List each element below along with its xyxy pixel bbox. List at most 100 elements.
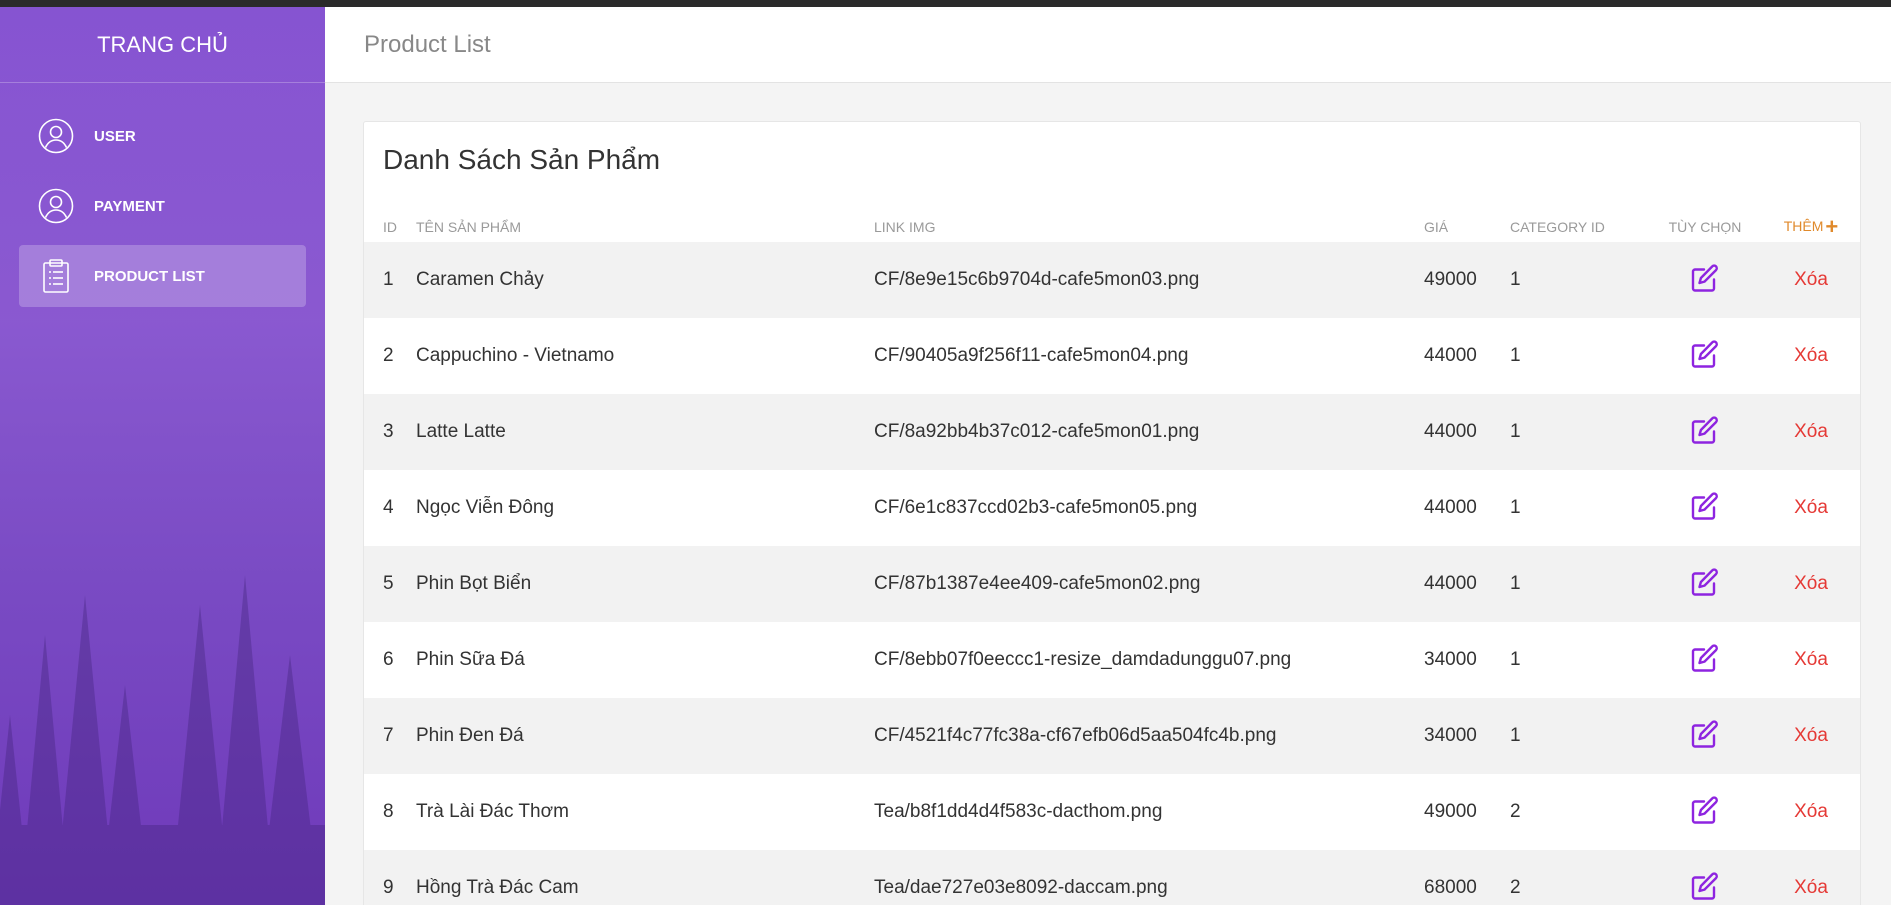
cell-category: 1 [1510, 345, 1521, 366]
cell-category: 1 [1510, 269, 1521, 290]
edit-icon[interactable] [1688, 489, 1722, 523]
cell-name: Trà Lài Đác Thơm [416, 801, 569, 822]
cell-category: 1 [1510, 725, 1521, 746]
brand-title[interactable]: TRANG CHỦ [0, 7, 325, 83]
cell-id: 8 [383, 801, 394, 822]
page-title: Product List [364, 31, 491, 58]
delete-link[interactable]: Xóa [1794, 345, 1828, 366]
cell-id: 4 [383, 497, 394, 518]
cell-price: 44000 [1424, 345, 1477, 366]
product-card: Danh Sách Sản Phẩm ID TÊN SẢN PHẨM LINK … [363, 121, 1861, 905]
edit-icon[interactable] [1688, 413, 1722, 447]
cell-name: Phin Sữa Đá [416, 649, 525, 670]
user-icon [38, 118, 74, 154]
edit-icon[interactable] [1688, 565, 1722, 599]
cell-delete: Xóa [1760, 622, 1860, 698]
cell-link: CF/8ebb07f0eeccc1-resize_damdadunggu07.p… [874, 649, 1292, 670]
cell-link: CF/8e9e15c6b9704d-cafe5mon03.png [874, 269, 1200, 290]
header: Product List [325, 7, 1891, 83]
table-body: 1 Caramen Chảy CF/8e9e15c6b9704d-cafe5mon0… [364, 242, 1860, 905]
cell-category: 1 [1510, 649, 1521, 670]
delete-link[interactable]: Xóa [1794, 269, 1828, 290]
product-table: ID TÊN SẢN PHẨM LINK IMG GIÁ CATEGORY ID… [364, 208, 1860, 905]
table-row: 8 Trà Lài Đác Thơm Tea/b8f1dd4d4f583c-dact… [364, 774, 1860, 850]
clipboard-icon [38, 258, 74, 294]
sidebar-item-label: PRODUCT LIST [94, 267, 205, 285]
delete-link[interactable]: Xóa [1794, 725, 1828, 746]
cell-delete: Xóa [1760, 394, 1860, 470]
cell-link: Tea/b8f1dd4d4f583c-dacthom.png [874, 801, 1163, 822]
edit-icon[interactable] [1688, 261, 1722, 295]
cell-category: 2 [1510, 877, 1521, 898]
plus-icon: + [1825, 214, 1839, 239]
cell-options [1650, 850, 1760, 905]
edit-icon[interactable] [1688, 869, 1722, 903]
col-header-name: TÊN SẢN PHẨM [416, 219, 522, 235]
cell-link: CF/6e1c837ccd02b3-cafe5mon05.png [874, 497, 1198, 518]
cell-delete: Xóa [1760, 546, 1860, 622]
delete-link[interactable]: Xóa [1794, 649, 1828, 670]
edit-icon[interactable] [1688, 793, 1722, 827]
cell-delete: Xóa [1760, 698, 1860, 774]
cell-delete: Xóa [1760, 774, 1860, 850]
cell-delete: Xóa [1760, 242, 1860, 318]
cell-delete: Xóa [1760, 318, 1860, 394]
cell-id: 1 [383, 269, 394, 290]
cell-link: CF/4521f4c77fc38a-cf67efb06d5aa504fc4b.p… [874, 725, 1277, 746]
cell-category: 2 [1510, 801, 1521, 822]
delete-link[interactable]: Xóa [1794, 497, 1828, 518]
cell-id: 2 [383, 345, 394, 366]
delete-link[interactable]: Xóa [1794, 421, 1828, 442]
edit-icon[interactable] [1688, 337, 1722, 371]
table-row: 6 Phin Sữa Đá CF/8ebb07f0eeccc1-resize_dam… [364, 622, 1860, 698]
sidebar-item-product-list[interactable]: PRODUCT LIST [19, 245, 306, 307]
delete-link[interactable]: Xóa [1794, 877, 1828, 898]
cell-options [1650, 774, 1760, 850]
sidebar-item-label: PAYMENT [94, 197, 165, 215]
cell-id: 6 [383, 649, 394, 670]
cell-link: CF/8a92bb4b37c012-cafe5mon01.png [874, 421, 1200, 442]
table-row: 3 Latte Latte CF/8a92bb4b37c012-cafe5mon01… [364, 394, 1860, 470]
cell-price: 44000 [1424, 421, 1477, 442]
col-header-options: TÙY CHỌN [1668, 219, 1742, 235]
forest-background [0, 575, 325, 905]
cell-options [1650, 546, 1760, 622]
card-title: Danh Sách Sản Phẩm [383, 144, 661, 175]
cell-price: 49000 [1424, 269, 1477, 290]
col-header-category: CATEGORY ID [1510, 219, 1605, 235]
sidebar-item-user[interactable]: USER [19, 105, 306, 167]
cell-category: 1 [1510, 421, 1521, 442]
cell-price: 44000 [1424, 497, 1477, 518]
cell-delete: Xóa [1760, 850, 1860, 905]
cell-name: Cappuchino - Vietnamo [416, 345, 615, 366]
sidebar-nav: USER PAYMENT PRODUCT LIST [19, 105, 306, 315]
delete-link[interactable]: Xóa [1794, 573, 1828, 594]
cell-name: Phin Đen Đá [416, 725, 524, 746]
sidebar: TRANG CHỦ USER PAYMENT PRODUCT LIST [0, 7, 325, 905]
add-button[interactable]: THÊM+ [1760, 208, 1860, 242]
cell-id: 9 [383, 877, 394, 898]
table-row: 5 Phin Bọt Biển CF/87b1387e4ee409-cafe5mon… [364, 546, 1860, 622]
table-row: 4 Ngọc Viễn Đông CF/6e1c837ccd02b3-cafe5mo… [364, 470, 1860, 546]
sidebar-item-payment[interactable]: PAYMENT [19, 175, 306, 237]
sidebar-item-label: USER [94, 127, 136, 145]
cell-category: 1 [1510, 497, 1521, 518]
delete-link[interactable]: Xóa [1794, 801, 1828, 822]
edit-icon[interactable] [1688, 641, 1722, 675]
cell-link: CF/90405a9f256f11-cafe5mon04.png [874, 345, 1189, 366]
col-header-price: GIÁ [1424, 219, 1449, 235]
user-icon [38, 188, 74, 224]
cell-link: Tea/dae727e03e8092-daccam.png [874, 877, 1168, 898]
cell-options [1650, 242, 1760, 318]
cell-price: 34000 [1424, 725, 1477, 746]
add-label: THÊM [1783, 218, 1824, 234]
col-header-id: ID [383, 219, 397, 235]
cell-price: 49000 [1424, 801, 1477, 822]
cell-delete: Xóa [1760, 470, 1860, 546]
table-row: 7 Phin Đen Đá CF/4521f4c77fc38a-cf67efb06d… [364, 698, 1860, 774]
cell-options [1650, 622, 1760, 698]
cell-id: 3 [383, 421, 394, 442]
edit-icon[interactable] [1688, 717, 1722, 751]
cell-id: 5 [383, 573, 394, 594]
cell-options [1650, 318, 1760, 394]
